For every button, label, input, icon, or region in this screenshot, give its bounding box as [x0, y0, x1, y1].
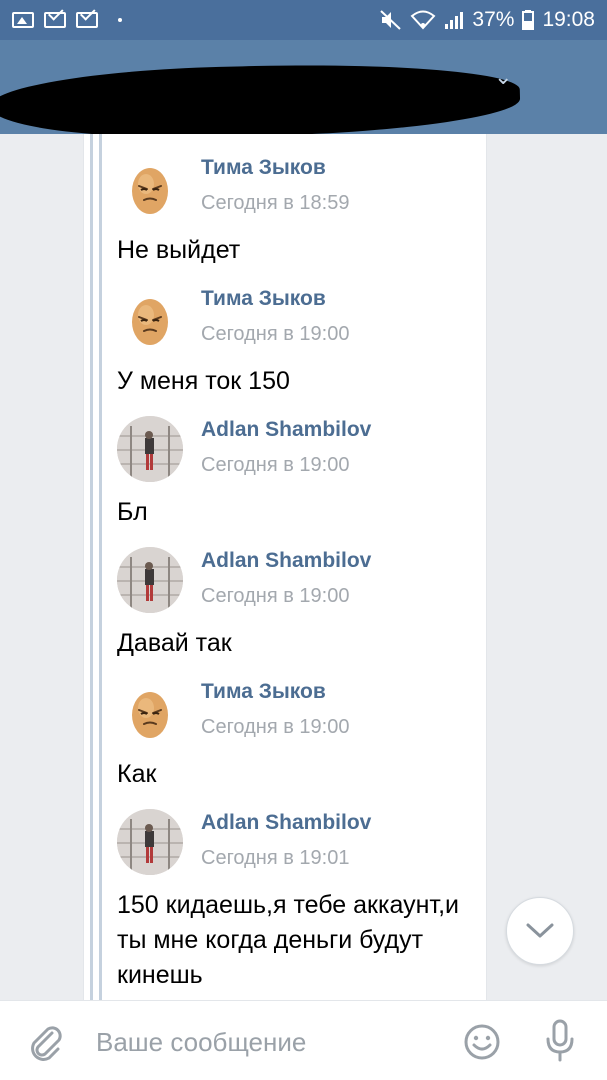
photo-avatar-image: [117, 547, 183, 613]
egg-avatar-icon: [132, 299, 168, 345]
message-text: Бл: [117, 498, 148, 526]
message-author[interactable]: Adlan Shambilov: [201, 549, 371, 573]
status-bar: 37% 19:08: [0, 0, 607, 40]
mail-notification-icon: [44, 12, 66, 28]
message-timestamp: Сегодня в 19:00: [201, 454, 350, 476]
photo-avatar[interactable]: [117, 809, 183, 875]
photo-avatar[interactable]: [117, 547, 183, 613]
photo-avatar[interactable]: [117, 416, 183, 482]
gallery-notification-icon: [12, 12, 34, 28]
quote-line: [99, 134, 102, 1000]
message-author[interactable]: Adlan Shambilov: [201, 418, 371, 442]
redacted-area: [0, 59, 521, 143]
message-text: У меня ток 150: [117, 367, 290, 395]
egg-avatar[interactable]: [117, 285, 183, 351]
egg-avatar[interactable]: [117, 154, 183, 220]
message-timestamp: Сегодня в 18:59: [201, 192, 350, 214]
message-text: 150 кидаешь,я тебе аккаунт,и ты мне когд…: [117, 891, 459, 989]
chat-header: ⌄: [0, 40, 607, 143]
clock: 19:08: [542, 8, 595, 31]
message-input[interactable]: [96, 1025, 436, 1059]
forwarded-messages-panel[interactable]: Тима Зыков Сегодня в 18:59 Не выйдет Тима З…: [83, 134, 487, 1000]
smile-icon[interactable]: [463, 1023, 501, 1061]
mail-notification-icon-2: [76, 12, 98, 28]
mute-icon: [380, 10, 402, 30]
message-author[interactable]: Тима Зыков: [201, 287, 326, 311]
wifi-icon: [410, 10, 436, 30]
egg-avatar-icon: [132, 692, 168, 738]
battery-icon: [522, 10, 535, 30]
message-text: Не выйдет: [117, 236, 241, 264]
scroll-down-button[interactable]: [506, 897, 574, 965]
photo-avatar-image: [117, 416, 183, 482]
message-timestamp: Сегодня в 19:00: [201, 323, 350, 345]
chevron-down-icon: [526, 923, 554, 938]
microphone-icon[interactable]: [543, 1019, 577, 1063]
message-text: Давай так: [117, 629, 232, 657]
message-author[interactable]: Тима Зыков: [201, 156, 326, 180]
message-composer: [0, 1000, 607, 1080]
collapse-icon[interactable]: ⌄: [494, 64, 512, 90]
more-notifications-dot-icon: [118, 18, 122, 22]
photo-avatar-image: [117, 809, 183, 875]
message-timestamp: Сегодня в 19:00: [201, 716, 350, 738]
message-author[interactable]: Тима Зыков: [201, 680, 326, 704]
egg-avatar-icon: [132, 168, 168, 214]
message-author[interactable]: Adlan Shambilov: [201, 811, 371, 835]
quote-line: [90, 134, 93, 1000]
message-timestamp: Сегодня в 19:01: [201, 847, 350, 869]
message-timestamp: Сегодня в 19:00: [201, 585, 350, 607]
paperclip-icon[interactable]: [28, 1023, 64, 1063]
signal-icon: [445, 12, 464, 29]
battery-percent: 37%: [472, 8, 515, 31]
egg-avatar[interactable]: [117, 678, 183, 744]
message-text: Как: [117, 760, 157, 788]
